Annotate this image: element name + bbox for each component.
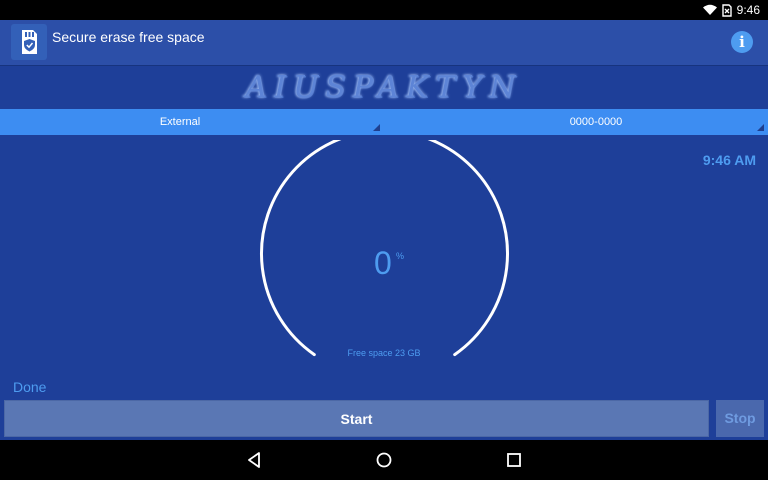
banner-text: AIUSPAKTYN <box>245 70 523 105</box>
wifi-icon <box>702 4 717 15</box>
back-icon[interactable] <box>245 450 265 470</box>
recents-icon[interactable] <box>504 450 524 470</box>
selector-bar: External 0000-0000 <box>0 109 768 135</box>
app-screen: Secure erase free space i AIUSPAKTYN Ext… <box>0 20 768 440</box>
stop-button[interactable]: Stop <box>716 400 764 437</box>
status-time: 9:46 <box>736 3 760 17</box>
start-button[interactable]: Start <box>4 400 709 437</box>
info-icon[interactable]: i <box>731 31 753 53</box>
navigation-bar <box>0 440 768 480</box>
progress-value: 0 <box>374 245 392 281</box>
free-space-label: Free space 23 GB <box>347 348 421 358</box>
home-icon[interactable] <box>374 450 394 470</box>
progress-unit: % <box>396 251 405 261</box>
clock: 9:46 AM <box>702 152 756 168</box>
app-bar: Secure erase free space i <box>0 20 768 66</box>
status-text: Done <box>13 379 47 395</box>
app-title: Secure erase free space <box>52 29 205 45</box>
banner: AIUSPAKTYN <box>0 66 768 108</box>
info-glyph: i <box>739 33 745 51</box>
code-selector-value: 0000-0000 <box>569 116 623 128</box>
dropdown-arrow-icon <box>757 124 764 131</box>
sd-card-shield-icon <box>11 24 47 60</box>
status-bar: 9:46 <box>0 0 768 20</box>
code-selector[interactable]: 0000-0000 <box>384 109 768 135</box>
no-sim-icon <box>721 3 732 17</box>
